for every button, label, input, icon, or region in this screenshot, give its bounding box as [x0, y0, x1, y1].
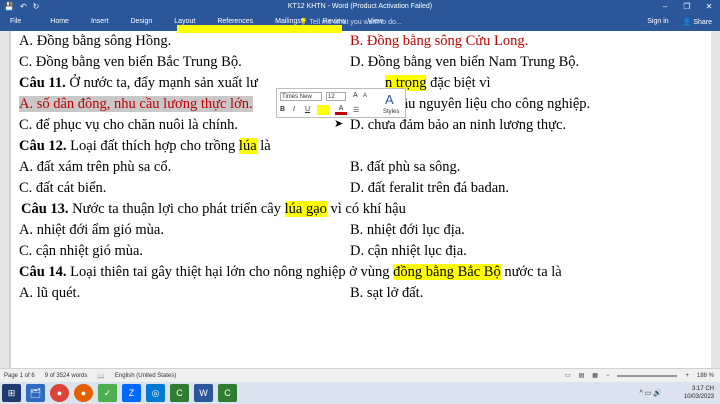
zoom-in-button[interactable]: +: [685, 373, 689, 379]
page-margin-edge: [9, 31, 11, 368]
document-page[interactable]: A. Đồng bằng sông Hồng. B. Đồng bằng sôn…: [9, 25, 711, 368]
question-number: Câu 12.: [19, 138, 67, 154]
answer-line[interactable]: B. đất phù sa sông.: [350, 159, 460, 176]
app-icon[interactable]: ✓: [98, 384, 117, 402]
answer-line[interactable]: A. lũ quét.: [19, 285, 80, 302]
zoom-slider[interactable]: [617, 374, 678, 377]
clock-date: 10/03/2023: [683, 394, 714, 400]
status-bar: Page 1 of 6 9 of 3524 words 📖 English (U…: [0, 368, 720, 382]
web-layout-icon[interactable]: ▦: [592, 372, 598, 379]
word-count[interactable]: 9 of 3524 words: [45, 373, 88, 380]
app-icon[interactable]: ◎: [146, 384, 165, 402]
answer-line[interactable]: D. đất feralit trên đá badan.: [350, 180, 509, 197]
answer-line[interactable]: D. cận nhiệt lục địa.: [350, 243, 467, 260]
clock-time: 3:17 CH: [691, 386, 714, 392]
tab-layout[interactable]: Layout: [163, 18, 206, 25]
question-text: đặc biệt vì: [426, 75, 491, 91]
page-count[interactable]: Page 1 of 6: [4, 373, 35, 380]
window-title: KT12 KHTN - Word (Product Activation Fai…: [287, 3, 433, 10]
highlight-fragment: [177, 25, 342, 33]
clock[interactable]: 3:17 CH 10/03/2023: [684, 385, 714, 401]
start-button-icon[interactable]: ⊞: [2, 384, 21, 402]
question-number: Câu 13.: [21, 201, 69, 217]
tab-file[interactable]: File: [0, 18, 39, 25]
answer-line[interactable]: C. để phục vụ cho chăn nuôi là chính.: [19, 117, 238, 134]
styles-icon[interactable]: A: [385, 92, 394, 107]
window-controls: – ❐ ✕: [654, 0, 720, 14]
highlighted-text: lúa gạo: [284, 201, 327, 217]
question-text: là: [256, 138, 271, 154]
share-label: Share: [693, 19, 712, 26]
bold-button[interactable]: B: [280, 106, 285, 113]
answer-line[interactable]: D. chưa đảm bảo an ninh lương thực.: [350, 117, 566, 134]
tab-references[interactable]: References: [206, 18, 264, 25]
tab-design[interactable]: Design: [119, 18, 163, 25]
word-icon[interactable]: W: [194, 384, 213, 402]
language[interactable]: English (United States): [115, 373, 176, 380]
question-line[interactable]: Câu 12. Loại đất thích hợp cho trồng lúa…: [19, 138, 271, 155]
selected-answer[interactable]: A. số dân đông, nhu cầu lương thực lớn.: [19, 96, 253, 112]
tab-home[interactable]: Home: [39, 18, 80, 25]
zoom-out-button[interactable]: −: [606, 373, 610, 379]
question-line[interactable]: Câu 13. Nước ta thuận lợi cho phát triển…: [21, 201, 406, 218]
shrink-font-button[interactable]: A: [363, 93, 367, 99]
italic-button[interactable]: I: [293, 106, 295, 113]
highlighted-text: lúa: [238, 138, 257, 154]
answer-line[interactable]: A. nhiệt đới ẩm gió mùa.: [19, 222, 164, 239]
ribbon-tabs: File Home Insert Design Layout Reference…: [0, 14, 720, 31]
question-text: Loại đất thích hợp cho trồng: [66, 138, 239, 154]
close-button[interactable]: ✕: [698, 0, 720, 14]
zalo-icon[interactable]: Z: [122, 384, 141, 402]
question-text: vì có khí hậu: [326, 201, 406, 217]
answer-line[interactable]: B. sạt lở đất.: [350, 285, 423, 302]
styles-label: Styles: [383, 109, 400, 115]
highlighted-text: đồng bằng Bắc Bộ: [393, 264, 501, 280]
question-text: Nước ta thuận lợi cho phát triển cây: [68, 201, 285, 217]
font-size-box[interactable]: 12: [326, 92, 346, 101]
answer-line[interactable]: D. Đồng bằng ven biển Nam Trung Bộ.: [350, 54, 579, 71]
question-line[interactable]: Câu 14. Loại thiên tai gây thiệt hại lớn…: [19, 264, 562, 281]
minimize-button[interactable]: –: [654, 0, 676, 14]
mini-toolbar: Times New Ro 12 A A B I U A ☰ A Styles: [276, 88, 406, 118]
font-color-button[interactable]: A: [335, 105, 347, 115]
grow-font-button[interactable]: A: [353, 92, 358, 99]
taskbar: ⊞ 🗂 ● ● ✓ Z ◎ C W C ^ ▭ 🔊 3:17 CH 10/03/…: [0, 382, 720, 404]
underline-button[interactable]: U: [305, 106, 310, 113]
answer-line[interactable]: B. nhiệt đới lục địa.: [350, 222, 465, 239]
restore-button[interactable]: ❐: [676, 0, 698, 14]
share-icon: 👤: [682, 19, 692, 26]
proofing-icon[interactable]: 📖: [97, 373, 104, 380]
question-line[interactable]: Câu 11. Ở nước ta, đẩy mạnh sản xuất lư: [19, 75, 258, 92]
read-mode-icon[interactable]: ▭: [565, 372, 571, 379]
sign-in-link[interactable]: Sign in: [647, 18, 668, 26]
share-button[interactable]: 👤 Share: [683, 18, 712, 26]
bullets-button[interactable]: ☰: [353, 106, 359, 114]
camtasia-icon[interactable]: C: [170, 384, 189, 402]
question-text: nước ta là: [500, 264, 562, 280]
question-text: Ở nước ta, đẩy mạnh sản xuất lư: [65, 75, 258, 91]
system-tray[interactable]: ^ ▭ 🔊: [639, 389, 662, 397]
title-bar: 💾 ↶ ↻ KT12 KHTN - Word (Product Activati…: [0, 0, 720, 14]
answer-line[interactable]: B. Đồng bằng sông Cửu Long.: [350, 33, 528, 50]
font-name-box[interactable]: Times New Ro: [280, 92, 322, 101]
answer-line[interactable]: C. cận nhiệt gió mùa.: [19, 243, 143, 260]
camtasia-recorder-icon[interactable]: C: [218, 384, 237, 402]
file-explorer-icon[interactable]: 🗂: [26, 384, 45, 402]
question-number: Câu 14.: [19, 264, 67, 280]
answer-line[interactable]: C. đất cát biển.: [19, 180, 106, 197]
document-area[interactable]: A. Đồng bằng sông Hồng. B. Đồng bằng sôn…: [0, 25, 720, 368]
chrome-icon[interactable]: ●: [50, 384, 69, 402]
answer-line[interactable]: A. Đồng bằng sông Hồng.: [19, 33, 171, 50]
answer-line[interactable]: A. số dân đông, nhu cầu lương thực lớn.: [19, 96, 253, 113]
firefox-icon[interactable]: ●: [74, 384, 93, 402]
answer-line[interactable]: C. Đồng bằng ven biển Bắc Trung Bộ.: [19, 54, 242, 71]
mouse-cursor-icon: ➤: [334, 118, 344, 130]
tab-insert[interactable]: Insert: [80, 18, 120, 25]
question-number: Câu 11.: [19, 75, 66, 91]
print-layout-icon[interactable]: ▤: [579, 372, 585, 379]
answer-line[interactable]: A. đất xám trên phù sa cổ.: [19, 159, 171, 176]
highlight-color-button[interactable]: [317, 105, 329, 115]
question-text: Loại thiên tai gây thiệt hại lớn cho nôn…: [66, 264, 394, 280]
zoom-level[interactable]: 188 %: [697, 373, 714, 379]
